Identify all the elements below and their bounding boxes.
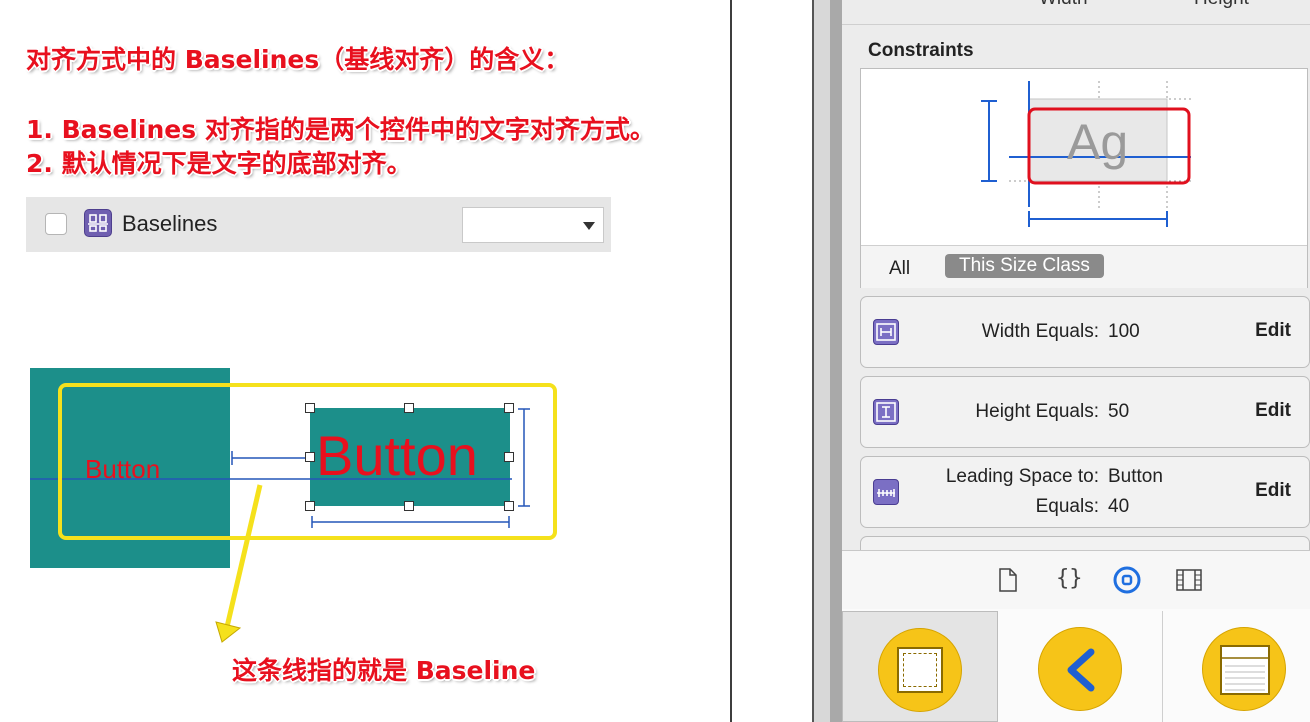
table-view-icon xyxy=(1202,627,1286,711)
leading-space-icon xyxy=(873,479,899,505)
constraint-leading-space[interactable]: Leading Space to: Button Equals: 40 Edit xyxy=(860,456,1310,528)
object-library-icon[interactable] xyxy=(1112,565,1142,595)
constraint-label-2: Equals: xyxy=(1035,496,1099,517)
height-header: Height xyxy=(1194,0,1249,10)
tab-this-size-class[interactable]: This Size Class xyxy=(945,254,1104,278)
library-toolbar: {} xyxy=(842,550,1310,610)
resize-handle[interactable] xyxy=(305,501,315,511)
view-icon xyxy=(878,628,962,712)
constraints-title: Constraints xyxy=(868,40,974,61)
tab-all[interactable]: All xyxy=(889,258,910,280)
library-item-back-button[interactable] xyxy=(1000,611,1163,722)
width-constraint-icon xyxy=(873,319,899,345)
resize-handle[interactable] xyxy=(504,403,514,413)
gap-area xyxy=(732,0,812,722)
height-constraint-icon xyxy=(873,399,899,425)
library-grid xyxy=(842,609,1310,722)
panel-separator xyxy=(842,24,1310,25)
annotation-arrow xyxy=(215,484,263,643)
constraint-label: Height Equals: xyxy=(975,401,1099,422)
file-inspector-icon[interactable] xyxy=(998,568,1018,592)
constraint-value: 50 xyxy=(1108,401,1130,422)
resize-handle[interactable] xyxy=(404,403,414,413)
resize-handle[interactable] xyxy=(404,501,414,511)
resize-handle[interactable] xyxy=(305,452,315,462)
constraints-preview: Ag All This Size Class xyxy=(860,68,1308,288)
constraint-label: Width Equals: xyxy=(981,321,1099,342)
constraint-label: Leading Space to: xyxy=(945,466,1099,487)
library-item-view[interactable] xyxy=(842,611,998,722)
constraint-height[interactable]: Height Equals: 50 Edit xyxy=(860,376,1310,448)
inspector-edge-inner xyxy=(830,0,842,722)
size-inspector-panel: Width Height Constraints Ag All This Siz… xyxy=(842,0,1310,576)
preview-glyph: Ag xyxy=(1067,114,1129,170)
back-button-icon xyxy=(1038,627,1122,711)
library-item-table-view[interactable] xyxy=(1164,611,1310,722)
resize-handle[interactable] xyxy=(504,501,514,511)
resize-handle[interactable] xyxy=(305,403,315,413)
resize-handle[interactable] xyxy=(504,452,514,462)
canvas-constraint-overlay xyxy=(30,383,557,643)
constraint-value: Button xyxy=(1108,466,1163,487)
media-library-icon[interactable] xyxy=(1176,569,1202,591)
quick-help-icon[interactable]: {} xyxy=(1056,566,1083,591)
edit-button[interactable]: Edit xyxy=(1255,480,1291,502)
width-header: Width xyxy=(1039,0,1088,10)
size-class-bar: All This Size Class xyxy=(861,245,1307,288)
edit-button[interactable]: Edit xyxy=(1255,320,1291,342)
constraint-value: 100 xyxy=(1108,321,1140,342)
constraint-width[interactable]: Width Equals: 100 Edit xyxy=(860,296,1310,368)
arrow-caption: 这条线指的就是 Baseline xyxy=(232,656,536,685)
constraint-value-2: 40 xyxy=(1108,496,1130,517)
edit-button[interactable]: Edit xyxy=(1255,400,1291,422)
